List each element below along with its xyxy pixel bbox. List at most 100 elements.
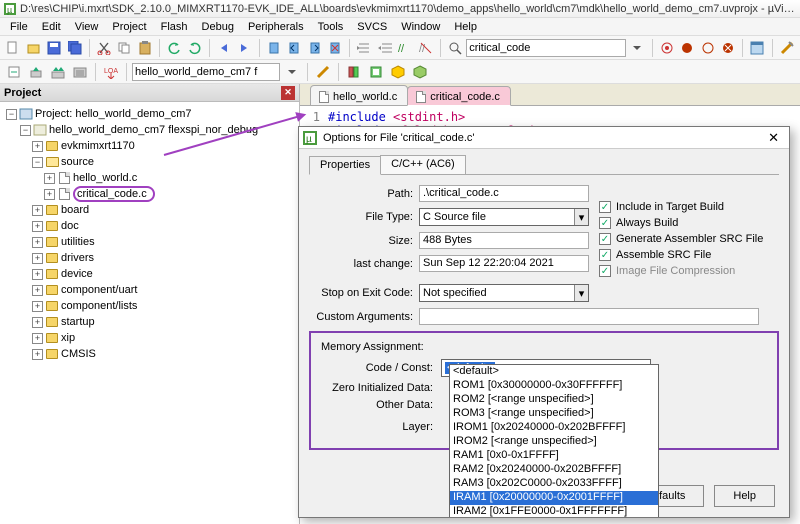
- tree-folder-label[interactable]: xip: [61, 332, 75, 344]
- chevron-down-icon[interactable]: ▾: [574, 285, 588, 301]
- build-icon[interactable]: [26, 62, 46, 82]
- expander-icon[interactable]: −: [32, 157, 43, 168]
- custom-input[interactable]: [419, 308, 759, 325]
- dropdown-option[interactable]: ROM2 [<range unspecified>]: [450, 393, 658, 407]
- expander-icon[interactable]: +: [32, 333, 43, 344]
- uncomment-icon[interactable]: //: [416, 38, 434, 58]
- manage-packs-icon[interactable]: [388, 62, 408, 82]
- redo-icon[interactable]: [185, 38, 203, 58]
- menu-project[interactable]: Project: [106, 20, 152, 34]
- breakpoint-delete-icon[interactable]: [719, 38, 737, 58]
- menu-view[interactable]: View: [69, 20, 105, 34]
- close-icon[interactable]: ✕: [281, 86, 295, 100]
- expander-icon[interactable]: +: [44, 189, 55, 200]
- target-combo[interactable]: [132, 63, 280, 81]
- menu-peripherals[interactable]: Peripherals: [242, 20, 310, 34]
- expander-icon[interactable]: +: [32, 301, 43, 312]
- menu-debug[interactable]: Debug: [196, 20, 240, 34]
- expander-icon[interactable]: +: [32, 317, 43, 328]
- expander-icon[interactable]: +: [44, 173, 55, 184]
- batch-build-icon[interactable]: [70, 62, 90, 82]
- bookmark-icon[interactable]: [264, 38, 282, 58]
- tree-folder-label[interactable]: doc: [61, 220, 79, 232]
- dropdown-option[interactable]: IROM1 [0x20240000-0x202BFFFF]: [450, 421, 658, 435]
- chevron-down-icon[interactable]: ▾: [574, 209, 588, 225]
- open-file-icon[interactable]: [24, 38, 42, 58]
- dropdown-option[interactable]: IROM2 [<range unspecified>]: [450, 435, 658, 449]
- dialog-close-icon[interactable]: ✕: [764, 130, 783, 146]
- copy-icon[interactable]: [115, 38, 133, 58]
- dropdown-option[interactable]: ROM1 [0x30000000-0x30FFFFFF]: [450, 379, 658, 393]
- indent-icon[interactable]: [355, 38, 373, 58]
- tree-folder-label[interactable]: component/uart: [61, 284, 137, 296]
- manage-rte-icon[interactable]: [366, 62, 386, 82]
- pack-installer-icon[interactable]: [410, 62, 430, 82]
- rebuild-icon[interactable]: [48, 62, 68, 82]
- configure-icon[interactable]: [778, 38, 796, 58]
- dropdown-option[interactable]: RAM1 [0x0-0x1FFFF]: [450, 449, 658, 463]
- tab-critical-code[interactable]: critical_code.c: [407, 86, 511, 106]
- expander-icon[interactable]: −: [6, 109, 17, 120]
- tree-folder-label[interactable]: startup: [61, 316, 95, 328]
- outdent-icon[interactable]: [376, 38, 394, 58]
- breakpoint-icon[interactable]: [678, 38, 696, 58]
- tree-folder-label[interactable]: evkmimxrt1170: [61, 140, 135, 152]
- expander-icon[interactable]: +: [32, 205, 43, 216]
- cut-icon[interactable]: [95, 38, 113, 58]
- undo-icon[interactable]: [165, 38, 183, 58]
- check-gen-asm[interactable]: ✓Generate Assembler SRC File: [599, 233, 763, 245]
- nav-fwd-icon[interactable]: [235, 38, 253, 58]
- expander-icon[interactable]: +: [32, 285, 43, 296]
- window-layout-icon[interactable]: [748, 38, 766, 58]
- dropdown-option[interactable]: RAM3 [0x202C0000-0x2033FFFF]: [450, 477, 658, 491]
- manage-books-icon[interactable]: [344, 62, 364, 82]
- save-all-icon[interactable]: [65, 38, 83, 58]
- menu-tools[interactable]: Tools: [312, 20, 350, 34]
- expander-icon[interactable]: +: [32, 141, 43, 152]
- expander-icon[interactable]: −: [20, 125, 31, 136]
- check-assemble-src[interactable]: ✓Assemble SRC File: [599, 249, 763, 261]
- tab-hello-world[interactable]: hello_world.c: [310, 85, 408, 105]
- paste-icon[interactable]: [136, 38, 154, 58]
- menu-flash[interactable]: Flash: [155, 20, 194, 34]
- expander-icon[interactable]: +: [32, 253, 43, 264]
- translate-icon[interactable]: [4, 62, 24, 82]
- expander-icon[interactable]: +: [32, 269, 43, 280]
- bookmark-clear-icon[interactable]: [326, 38, 344, 58]
- expander-icon[interactable]: +: [32, 349, 43, 360]
- project-root-label[interactable]: Project: hello_world_demo_cm7: [35, 108, 192, 120]
- check-include-target[interactable]: ✓Include in Target Build: [599, 201, 763, 213]
- expander-icon[interactable]: +: [32, 221, 43, 232]
- target-dropdown-icon[interactable]: [282, 62, 302, 82]
- find-dropdown-icon[interactable]: [628, 38, 646, 58]
- options-icon[interactable]: [313, 62, 333, 82]
- tree-folder-label[interactable]: component/lists: [61, 300, 137, 312]
- comment-icon[interactable]: //: [396, 38, 414, 58]
- menu-window[interactable]: Window: [395, 20, 446, 34]
- project-tree[interactable]: − Project: hello_world_demo_cm7 − hello_…: [0, 102, 299, 524]
- menu-edit[interactable]: Edit: [36, 20, 67, 34]
- dropdown-option[interactable]: IRAM2 [0x1FFE0000-0x1FFFFFFF]: [450, 505, 658, 517]
- download-icon[interactable]: LOAD: [101, 62, 121, 82]
- tree-folder-label[interactable]: CMSIS: [61, 348, 96, 360]
- breakpoint-disable-icon[interactable]: [698, 38, 716, 58]
- nav-back-icon[interactable]: [215, 38, 233, 58]
- menu-file[interactable]: File: [4, 20, 34, 34]
- new-file-icon[interactable]: [4, 38, 22, 58]
- tree-folder-label[interactable]: device: [61, 268, 93, 280]
- tree-folder-label[interactable]: utilities: [61, 236, 95, 248]
- tab-cpp[interactable]: C/C++ (AC6): [380, 155, 466, 174]
- tab-properties[interactable]: Properties: [309, 156, 381, 175]
- find-icon[interactable]: [446, 38, 464, 58]
- find-combo[interactable]: [466, 39, 626, 57]
- bookmark-prev-icon[interactable]: [285, 38, 303, 58]
- save-icon[interactable]: [45, 38, 63, 58]
- tree-folder-label[interactable]: board: [61, 204, 89, 216]
- help-button[interactable]: Help: [714, 485, 775, 507]
- check-always-build[interactable]: ✓Always Build: [599, 217, 763, 229]
- tree-file-label[interactable]: hello_world.c: [73, 172, 137, 184]
- tree-folder-label[interactable]: source: [61, 156, 94, 168]
- dropdown-option[interactable]: ROM3 [<range unspecified>]: [450, 407, 658, 421]
- stop-combo[interactable]: Not specified▾: [419, 284, 589, 302]
- dropdown-option[interactable]: <default>: [450, 365, 658, 379]
